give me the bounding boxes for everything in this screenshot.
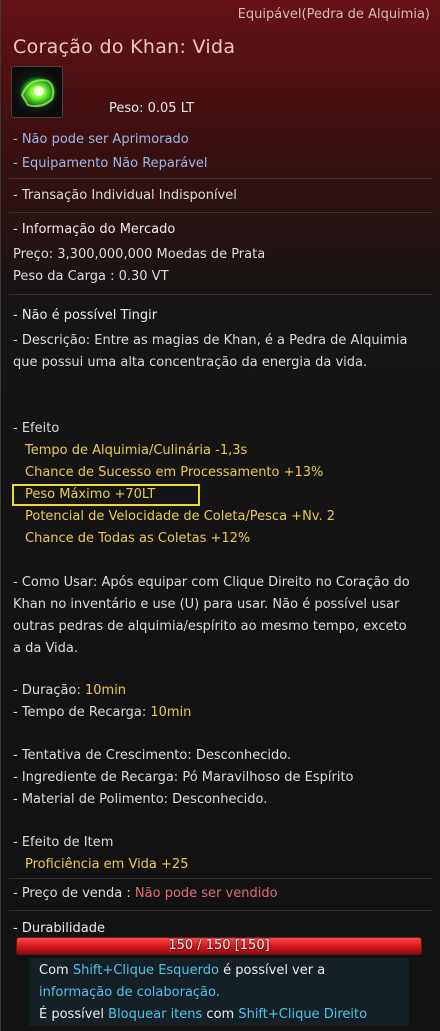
duration-label: - Duração: — [13, 683, 81, 698]
effect-line: Potencial de Velocidade de Coleta/Pesca … — [25, 509, 336, 524]
footer-text: é possível ver a — [219, 963, 326, 978]
green-alchemy-stone-icon[interactable] — [11, 66, 63, 118]
growth-attempt: - Tentativa de Crescimento: Desconhecido… — [13, 748, 292, 763]
collaboration-info-link[interactable]: informação de colaboração. — [39, 982, 220, 1004]
divider — [9, 178, 433, 179]
divider — [9, 212, 433, 213]
item-weight: Peso: 0.05 LT — [109, 101, 195, 116]
dye-notice: - Não é possível Tingir — [13, 308, 158, 323]
footer-text: com — [202, 1007, 239, 1022]
duration: - Duração: 10min — [13, 680, 126, 702]
duration-value: 10min — [84, 683, 127, 698]
footer-line-1: Com Shift+Clique Esquerdo é possível ver… — [39, 960, 325, 982]
cargo-weight: Peso da Carga : 0.30 VT — [13, 269, 169, 284]
footer-hint-panel: Com Shift+Clique Esquerdo é possível ver… — [29, 958, 409, 1026]
effect-header: - Efeito — [13, 421, 60, 436]
effect-line: Chance de Todas as Coletas +12% — [25, 531, 251, 546]
item-effect-value: Proficiência em Vida +25 — [25, 857, 189, 872]
divider — [9, 878, 433, 879]
durability-bar: 150 / 150 [150] — [16, 937, 422, 955]
market-price: Preço: 3,300,000,000 Moedas de Prata — [13, 247, 266, 262]
market-info-header: - Informação do Mercado — [13, 222, 176, 237]
sale-price-label: - Preço de venda : — [13, 886, 131, 901]
no-upgrade-notice: - Não pode ser Aprimorado — [13, 132, 189, 147]
usage-instructions: - Como Usar: Após equipar com Clique Dir… — [13, 575, 410, 656]
sale-price-value: Não pode ser vendido — [134, 886, 278, 901]
cooldown-label: - Tempo de Recarga: — [13, 705, 147, 720]
item-description: - Descrição: Entre as magias de Khan, é … — [13, 333, 408, 370]
lock-items-hint: Bloquear itens — [108, 1007, 203, 1022]
footer-text: Com — [39, 963, 73, 978]
no-trade-notice: - Transação Individual Indisponível — [13, 188, 237, 203]
footer-line-3: É possível Bloquear itens com Shift+Cliq… — [39, 1004, 367, 1026]
no-repair-notice: - Equipamento Não Reparável — [13, 156, 208, 171]
effect-line: Chance de Sucesso em Processamento +13% — [25, 465, 324, 480]
item-category: Equipável(Pedra de Alquimia) — [237, 7, 430, 22]
divider — [9, 910, 433, 911]
recharge-ingredient: - Ingrediente de Recarga: Pó Maravilhoso… — [13, 770, 354, 785]
alchemy-stone-graphic — [18, 75, 58, 109]
effect-line: Tempo de Alquimia/Culinária -1,3s — [25, 443, 248, 458]
divider — [9, 294, 433, 295]
cooldown: - Tempo de Recarga: 10min — [13, 702, 191, 724]
footer-text: É possível — [39, 1007, 109, 1022]
item-tooltip: Equipável(Pedra de Alquimia) Coração do … — [0, 0, 440, 1031]
durability-text: 150 / 150 [150] — [168, 938, 270, 953]
sale-price: - Preço de venda : Não pode ser vendido — [13, 883, 278, 905]
polish-material: - Material de Polimento: Desconhecido. — [13, 792, 268, 807]
shift-left-click-hint: Shift+Clique Esquerdo — [72, 963, 219, 978]
item-effect-header: - Efeito de Item — [13, 835, 114, 850]
max-weight-highlight-box — [12, 484, 200, 506]
item-title: Coração do Khan: Vida — [13, 36, 236, 58]
cooldown-value: 10min — [150, 705, 192, 720]
shift-right-click-hint: Shift+Clique Direito — [238, 1007, 368, 1022]
